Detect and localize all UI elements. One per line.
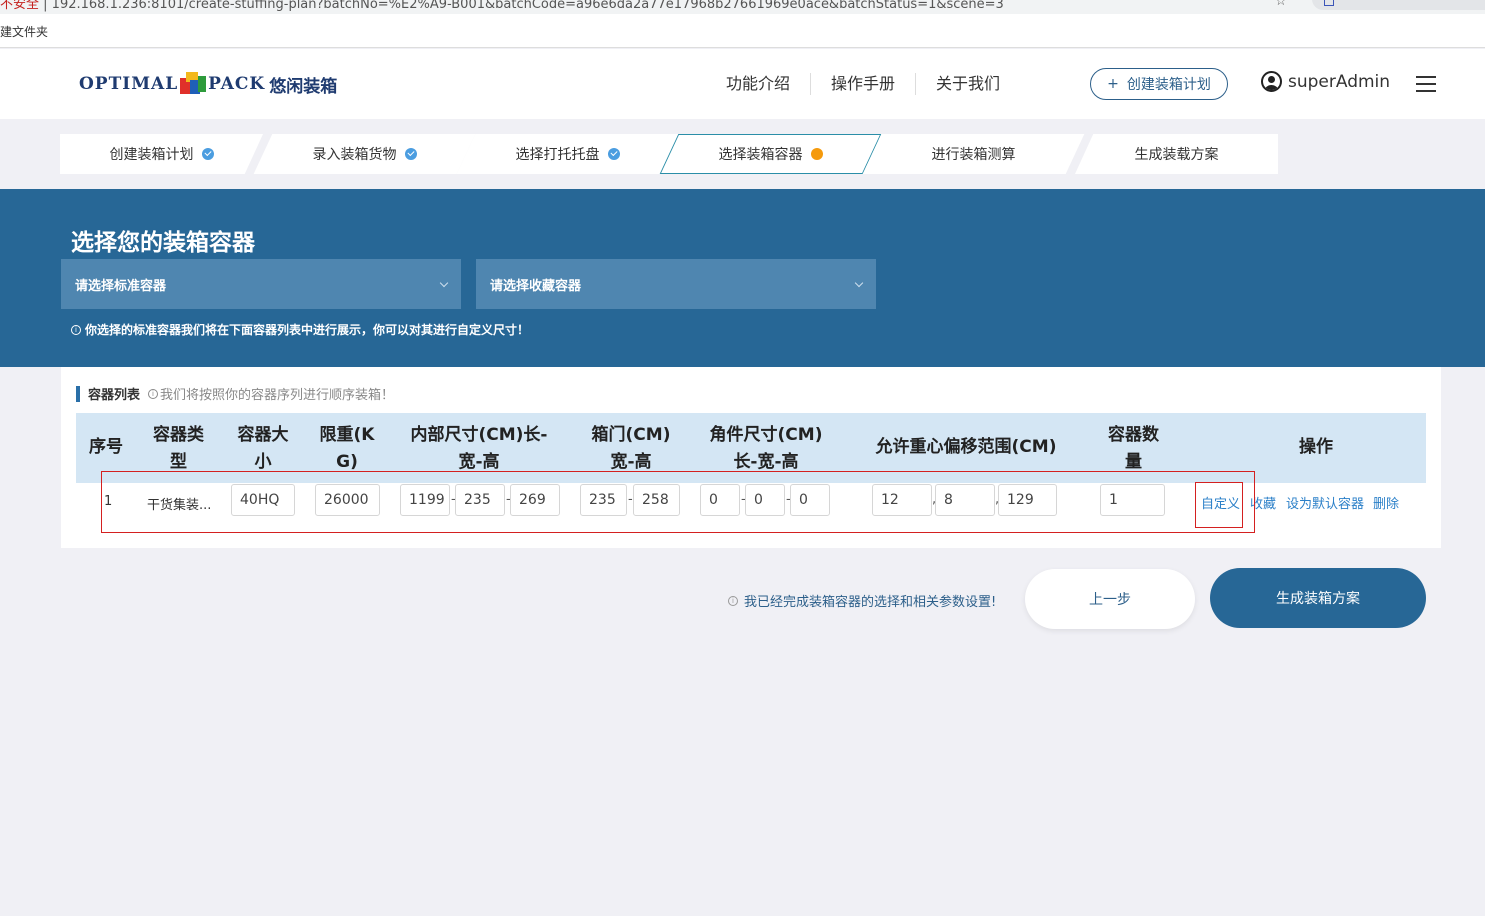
title-accent-bar [76,385,80,402]
check-circle-icon [607,148,620,160]
logo-text-right: PACK [208,74,266,94]
step-calculate[interactable]: 进行装箱测算 [862,134,1085,174]
banner-hint-text: 你选择的标准容器我们将在下面容器列表中进行展示，你可以对其进行自定义尺寸！ [85,323,530,337]
favorite-select-placeholder: 请选择收藏容器 [490,278,582,294]
logo-text-cn: 悠闲装箱 [269,76,338,97]
chevron-down-icon [439,278,449,288]
info-icon: i [71,324,81,335]
step-label: 创建装箱计划 [109,147,194,163]
site-header: OPTIMAL PACK 悠闲装箱 功能介绍 操作手册 关于我们 + 创建装箱计… [0,49,1485,119]
step-enter-goods[interactable]: 录入装箱货物 [253,134,476,174]
browser-address-bar[interactable]: 不安全 | 192.168.1.236:8101/create-stuffing… [0,0,1485,14]
bookmark-bar: 建文件夹 [0,14,1485,48]
th-offset: 允许重心偏移范围(CM) [875,437,1057,457]
browser-tab-pill[interactable] [1312,0,1485,10]
url-text[interactable]: 不安全 | 192.168.1.236:8101/create-stuffing… [0,0,1004,12]
logo[interactable]: OPTIMAL PACK 悠闲装箱 [79,69,337,99]
logo-text-left: OPTIMAL [79,74,179,94]
generate-plan-button[interactable]: 生成装箱方案 [1210,568,1426,628]
completion-hint: i 我已经完成装箱容器的选择和相关参数设置! [728,591,996,610]
panel-subtitle: i 我们将按照你的容器序列进行顺序装箱！ [148,384,394,403]
th-ops: 操作 [1299,437,1333,457]
favorite-container-select[interactable]: 请选择收藏容器 [476,259,876,309]
info-icon: i [148,388,159,399]
nav-about[interactable]: 关于我们 [916,73,1020,95]
main-nav: 功能介绍 操作手册 关于我们 [706,73,1020,95]
nav-manual[interactable]: 操作手册 [811,73,917,95]
th-corner: 角件尺寸(CM) 长-宽-高 [709,425,823,472]
nav-features[interactable]: 功能介绍 [706,73,812,95]
insecure-label: 不安全 [0,0,40,12]
bookmark-folder[interactable]: 建文件夹 [0,23,48,40]
th-door: 箱门(CM) 宽-高 [591,425,671,472]
step-label: 录入装箱货物 [312,147,397,163]
step-label: 进行装箱测算 [931,147,1016,163]
set-default-link[interactable]: 设为默认容器 [1286,493,1364,512]
th-type: 容器类型 [153,425,204,472]
th-index: 序号 [89,437,123,457]
hamburger-menu-icon[interactable] [1416,76,1436,92]
bookmark-star-icon[interactable]: ☆ [1275,0,1287,9]
container-select-banner: 选择您的装箱容器 请选择标准容器 请选择收藏容器 i 你选择的标准容器我们将在下… [0,189,1485,367]
chevron-down-icon [854,278,864,288]
step-create-plan[interactable]: 创建装箱计划 [60,134,263,174]
step-label: 选择打托托盘 [515,147,600,163]
url-value: 192.168.1.236:8101/create-stuffing-plan?… [51,0,1004,12]
panel-title: 容器列表 [88,388,141,403]
highlight-row-box [101,471,1255,533]
panel-header: 容器列表 i 我们将按照你的容器序列进行顺序装箱！ [76,384,394,403]
standard-select-placeholder: 请选择标准容器 [75,278,167,294]
th-weight: 限重(K G) [319,425,375,472]
create-plan-label: 创建装箱计划 [1126,77,1211,93]
step-select-container[interactable]: 选择装箱容器 [659,134,882,174]
logo-box-icon [180,72,207,96]
standard-container-select[interactable]: 请选择标准容器 [61,259,461,309]
check-circle-icon [201,148,214,160]
delete-link[interactable]: 删除 [1373,493,1399,512]
plus-icon: + [1107,76,1119,92]
user-menu[interactable]: superAdmin [1261,71,1390,92]
banner-hint: i 你选择的标准容器我们将在下面容器列表中进行展示，你可以对其进行自定义尺寸！ [71,321,529,338]
create-plan-button[interactable]: + 创建装箱计划 [1090,68,1228,100]
step-select-pallet[interactable]: 选择打托托盘 [456,134,679,174]
step-generate[interactable]: 生成装载方案 [1075,134,1278,174]
active-dot-icon [810,148,823,160]
th-inner-size: 内部尺寸(CM)长- 宽-高 [410,425,548,472]
panel-subtitle-text: 我们将按照你的容器序列进行顺序装箱！ [160,388,395,403]
highlight-customize-box [1195,482,1243,528]
username: superAdmin [1288,71,1391,92]
tab-favicon-icon [1324,0,1334,6]
info-icon: i [728,595,738,606]
step-label: 选择装箱容器 [718,147,803,163]
user-avatar-icon [1261,71,1282,92]
step-label: 生成装载方案 [1134,147,1219,163]
previous-step-button[interactable]: 上一步 [1025,569,1195,629]
page-title: 选择您的装箱容器 [71,230,255,256]
th-size: 容器大小 [237,425,289,472]
check-circle-icon [404,148,417,160]
progress-steps: 创建装箱计划 录入装箱货物 选择打托托盘 选择装箱容器 进行装箱测算 生成装载方… [60,134,1280,174]
th-count: 容器数量 [1108,425,1159,472]
completion-hint-text: 我已经完成装箱容器的选择和相关参数设置! [744,595,997,610]
